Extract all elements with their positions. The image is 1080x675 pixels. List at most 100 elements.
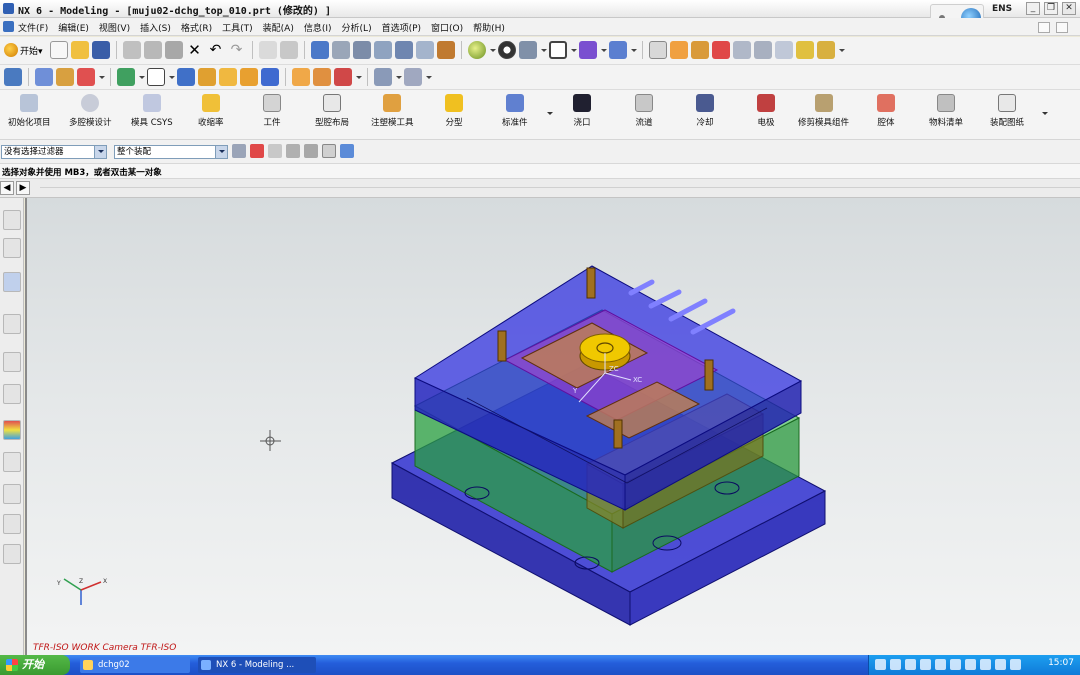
mold-family-mold-button[interactable]: 多腔模设计 — [69, 94, 112, 136]
save-icon[interactable] — [91, 41, 110, 59]
scroll-right-button[interactable]: ▶ — [16, 181, 30, 195]
orient-view-dropdown-icon[interactable] — [600, 41, 607, 59]
menu-edit[interactable]: 编辑(E) — [58, 21, 89, 34]
orient-view-icon[interactable] — [578, 41, 597, 59]
type-filter-combo[interactable]: 没有选择过滤器 — [1, 145, 107, 159]
menu-help[interactable]: 帮助(H) — [473, 21, 505, 34]
tray-edit-icon[interactable] — [890, 659, 901, 670]
doc-restore-button[interactable] — [1038, 22, 1050, 33]
mold-shrinkage-button[interactable]: 收缩率 — [198, 94, 224, 136]
shaded-sphere-icon[interactable] — [467, 41, 486, 59]
chevron-down-icon[interactable] — [215, 146, 227, 158]
sketch-icon[interactable] — [35, 68, 53, 86]
endpoint-icon[interactable] — [669, 41, 688, 59]
menu-window[interactable]: 窗口(O) — [431, 21, 463, 34]
chevron-down-icon[interactable] — [94, 146, 106, 158]
general-selection-icon[interactable] — [232, 144, 246, 158]
offset-region-icon[interactable] — [404, 68, 422, 86]
tray-volume-icon[interactable] — [980, 659, 991, 670]
rotate-icon[interactable] — [394, 41, 413, 59]
mold-electrode-button[interactable]: 电极 — [757, 94, 775, 136]
mold-csys-button[interactable]: 模具 CSYS — [131, 94, 173, 136]
trim-dropdown-icon[interactable] — [355, 68, 362, 86]
studio-dropdown-icon[interactable] — [540, 41, 547, 59]
mold-cooling-button[interactable]: 冷却 — [696, 94, 714, 136]
primitive-dropdown-icon[interactable] — [168, 68, 175, 86]
extrude-icon[interactable] — [56, 68, 74, 86]
body-rule-icon[interactable] — [304, 144, 318, 158]
cut-icon[interactable] — [122, 41, 141, 59]
offset-dropdown-icon[interactable] — [425, 68, 432, 86]
select-all-icon[interactable] — [322, 144, 336, 158]
zoom-in-out-icon[interactable] — [373, 41, 392, 59]
task-nx-modeling[interactable]: NX 6 - Modeling ... — [198, 657, 316, 673]
copy-icon[interactable] — [143, 41, 162, 59]
pan-icon[interactable] — [415, 41, 434, 59]
menu-view[interactable]: 视图(V) — [99, 21, 130, 34]
minimize-button[interactable]: _ — [1026, 2, 1040, 15]
tray-network-icon[interactable] — [875, 659, 886, 670]
layer-dropdown-icon[interactable] — [630, 41, 637, 59]
tray-monitor-icon[interactable] — [905, 659, 916, 670]
delete-icon[interactable]: ✕ — [186, 41, 204, 59]
menu-app-icon[interactable] — [3, 21, 14, 32]
mold-cavity-layout-button[interactable]: 型腔布局 — [315, 94, 349, 136]
assembly-navigator-tab-icon[interactable] — [3, 210, 21, 230]
studio-icon[interactable] — [518, 41, 537, 59]
sync-dropdown-icon[interactable] — [395, 68, 402, 86]
menu-file[interactable]: 文件(F) — [18, 21, 48, 34]
intersection-icon[interactable] — [732, 41, 751, 59]
doc-close-button[interactable] — [1056, 22, 1068, 33]
edge-blend-icon[interactable] — [240, 68, 258, 86]
tray-update-icon[interactable] — [1010, 659, 1021, 670]
render-style-dropdown-icon[interactable] — [489, 41, 496, 59]
windows-start-button[interactable]: 开始 — [0, 655, 70, 675]
undo-icon[interactable]: ↶ — [207, 41, 225, 59]
system-scenes-tab-icon[interactable] — [3, 514, 21, 534]
tray-security-icon[interactable] — [965, 659, 976, 670]
new-file-icon[interactable] — [49, 41, 68, 59]
menu-information[interactable]: 信息(I) — [304, 21, 332, 34]
perspective-icon[interactable] — [436, 41, 455, 59]
menu-tools[interactable]: 工具(T) — [222, 21, 253, 34]
reuse-library-tab-icon[interactable] — [3, 314, 21, 334]
mold-toolbar-overflow-icon[interactable] — [1042, 110, 1050, 118]
unite-icon[interactable] — [177, 68, 195, 86]
language-indicator[interactable]: ENS — [992, 4, 1012, 14]
existing-point-icon[interactable] — [795, 41, 814, 59]
move-face-icon[interactable] — [374, 68, 392, 86]
design-feature-dropdown-icon[interactable] — [98, 68, 105, 86]
command-finder-icon[interactable] — [279, 41, 298, 59]
menu-format[interactable]: 格式(R) — [181, 21, 212, 34]
hole-icon[interactable] — [313, 68, 331, 86]
mold-bom-button[interactable]: 物料清单 — [929, 94, 963, 136]
tray-ime-icon[interactable] — [995, 659, 1006, 670]
menu-insert[interactable]: 插入(S) — [140, 21, 171, 34]
control-point-icon[interactable] — [711, 41, 730, 59]
zoom-window-icon[interactable] — [352, 41, 371, 59]
menu-analysis[interactable]: 分析(L) — [342, 21, 372, 34]
menu-preferences[interactable]: 首选项(P) — [382, 21, 421, 34]
layer-icon[interactable] — [608, 41, 627, 59]
mold-drawing-button[interactable]: 装配图纸 — [990, 94, 1024, 136]
mold-navigator-tab-icon[interactable] — [3, 544, 21, 564]
background-icon[interactable] — [548, 41, 567, 59]
display-mode-icon[interactable] — [497, 41, 516, 59]
history-tab-icon[interactable] — [3, 352, 21, 372]
taskbar-clock[interactable]: 15:07 — [1048, 658, 1074, 668]
datum-dropdown-icon[interactable] — [138, 68, 145, 86]
background-dropdown-icon[interactable] — [570, 41, 577, 59]
datum-plane-icon[interactable] — [117, 68, 135, 86]
zoom-icon[interactable] — [331, 41, 350, 59]
face-rule-icon[interactable] — [286, 144, 300, 158]
intersect-icon[interactable] — [219, 68, 237, 86]
roles-tab-icon[interactable] — [3, 484, 21, 504]
shell-icon[interactable] — [292, 68, 310, 86]
snap-dropdown-icon[interactable] — [838, 41, 845, 59]
curve-rule-icon[interactable] — [268, 144, 282, 158]
chamfer-icon[interactable] — [261, 68, 279, 86]
tray-safe-remove-icon[interactable] — [950, 659, 961, 670]
subtract-icon[interactable] — [198, 68, 216, 86]
block-icon[interactable] — [147, 68, 165, 86]
task-explorer-dchg02[interactable]: dchg02 — [80, 657, 190, 673]
